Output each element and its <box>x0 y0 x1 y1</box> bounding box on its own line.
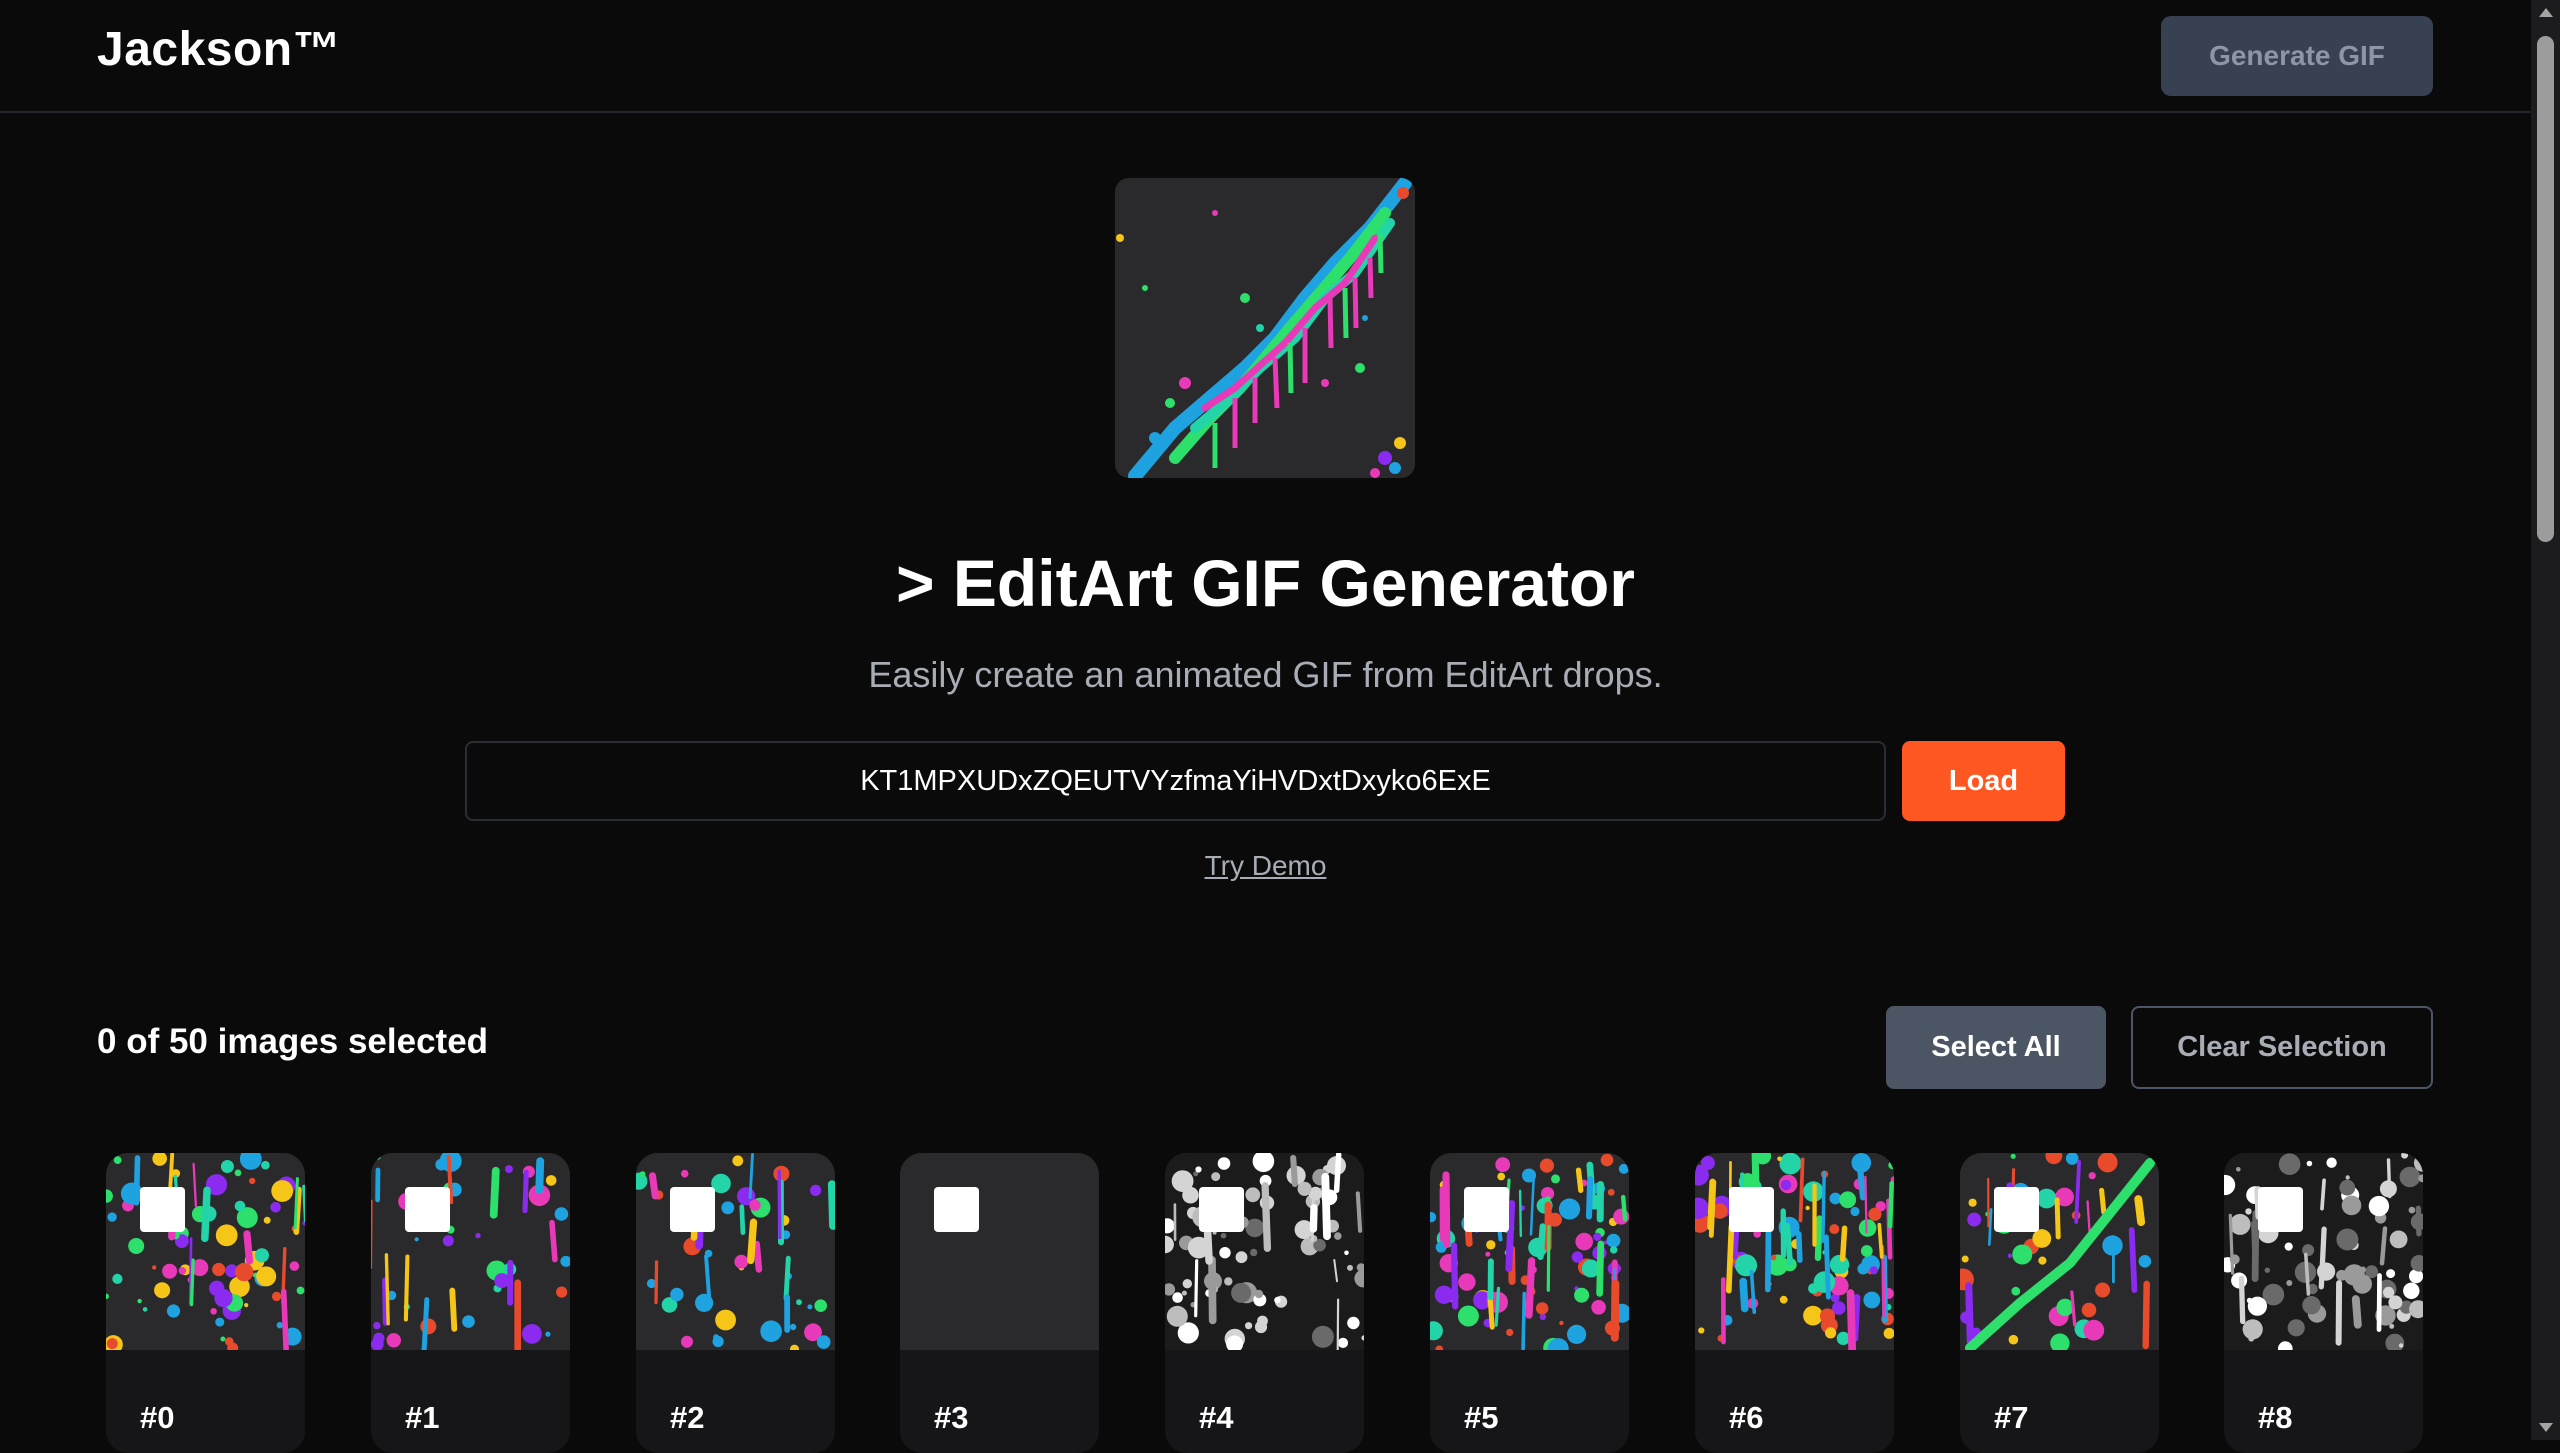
demo-link-row: Try Demo <box>0 850 2531 882</box>
select-checkbox[interactable] <box>934 1187 979 1232</box>
select-checkbox[interactable] <box>1199 1187 1244 1232</box>
top-bar: Jackson™ Generate GIF <box>0 0 2531 113</box>
card-label: #4 <box>1199 1400 1233 1436</box>
select-checkbox[interactable] <box>2258 1187 2303 1232</box>
artwork-thumbnail-image <box>2224 1153 2423 1350</box>
card-thumbnail[interactable] <box>106 1153 305 1350</box>
image-card[interactable] <box>900 1153 1099 1453</box>
card-thumbnail[interactable] <box>1430 1153 1629 1350</box>
artwork-thumbnail-image <box>636 1153 835 1350</box>
card-thumbnail[interactable] <box>900 1153 1099 1350</box>
select-checkbox[interactable] <box>140 1187 185 1232</box>
try-demo-link[interactable]: Try Demo <box>1205 850 1327 881</box>
card-label: #2 <box>670 1400 704 1436</box>
contract-address-input[interactable] <box>465 741 1886 821</box>
card-thumbnail[interactable] <box>371 1153 570 1350</box>
select-checkbox[interactable] <box>1464 1187 1509 1232</box>
card-thumbnail[interactable] <box>1695 1153 1894 1350</box>
image-card[interactable] <box>371 1153 570 1453</box>
card-label: #7 <box>1994 1400 2028 1436</box>
clear-selection-button[interactable]: Clear Selection <box>2131 1006 2433 1089</box>
card-label: #5 <box>1464 1400 1498 1436</box>
artwork-thumbnail-image <box>1960 1153 2159 1350</box>
card-thumbnail[interactable] <box>1960 1153 2159 1350</box>
select-checkbox[interactable] <box>1729 1187 1774 1232</box>
card-thumbnail[interactable] <box>1165 1153 1364 1350</box>
page-scrollbar[interactable] <box>2531 0 2560 1440</box>
page-title: > EditArt GIF Generator <box>0 545 2531 621</box>
image-card[interactable] <box>1430 1153 1629 1453</box>
scroll-up-icon[interactable] <box>2539 8 2553 17</box>
artwork-thumbnail-image <box>1430 1153 1629 1350</box>
scroll-down-icon[interactable] <box>2539 1423 2553 1432</box>
load-button[interactable]: Load <box>1902 741 2065 821</box>
scroll-thumb[interactable] <box>2537 36 2554 542</box>
card-thumbnail[interactable] <box>2224 1153 2423 1350</box>
artwork-thumbnail-image <box>371 1153 570 1350</box>
hero-artwork <box>1115 178 1415 478</box>
card-thumbnail[interactable] <box>636 1153 835 1350</box>
artwork-thumbnail-image <box>900 1153 1099 1350</box>
image-card[interactable] <box>1165 1153 1364 1453</box>
paint-splatter-artwork <box>1115 178 1415 478</box>
select-checkbox[interactable] <box>405 1187 450 1232</box>
selection-count: 0 of 50 images selected <box>97 1022 488 1062</box>
select-checkbox[interactable] <box>670 1187 715 1232</box>
artwork-thumbnail-image <box>1165 1153 1364 1350</box>
brand-logo[interactable]: Jackson™ <box>97 22 341 77</box>
image-card[interactable] <box>636 1153 835 1453</box>
image-card[interactable] <box>2224 1153 2423 1453</box>
card-label: #3 <box>934 1400 968 1436</box>
artwork-thumbnail-image <box>1695 1153 1894 1350</box>
image-card[interactable] <box>1960 1153 2159 1453</box>
card-label: #0 <box>140 1400 174 1436</box>
card-label: #8 <box>2258 1400 2292 1436</box>
generate-gif-button[interactable]: Generate GIF <box>2161 16 2433 96</box>
card-label: #1 <box>405 1400 439 1436</box>
select-checkbox[interactable] <box>1994 1187 2039 1232</box>
image-card[interactable] <box>1695 1153 1894 1453</box>
card-label: #6 <box>1729 1400 1763 1436</box>
artwork-thumbnail-image <box>106 1153 305 1350</box>
page-subtitle: Easily create an animated GIF from EditA… <box>0 654 2531 696</box>
select-all-button[interactable]: Select All <box>1886 1006 2106 1089</box>
image-card[interactable] <box>106 1153 305 1453</box>
